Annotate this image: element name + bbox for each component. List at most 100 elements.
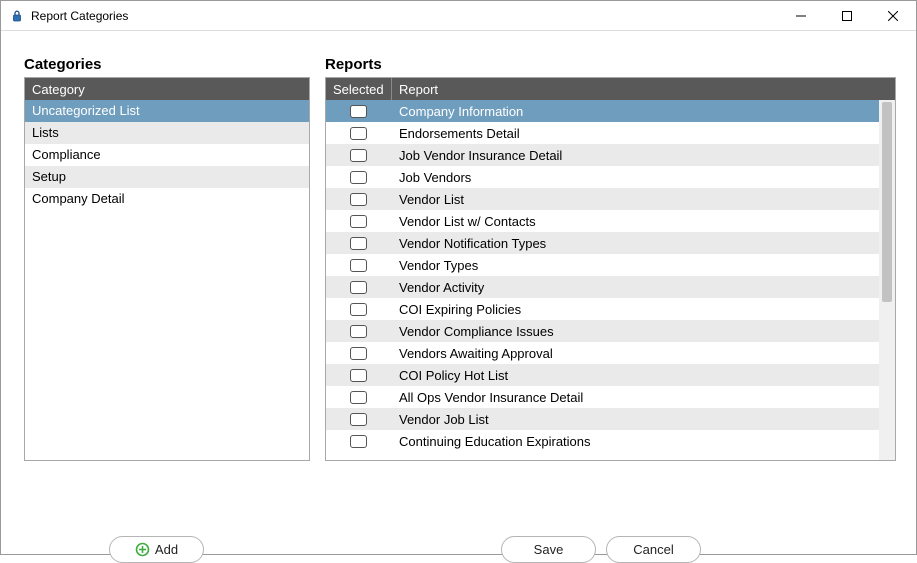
- report-checkbox[interactable]: [350, 105, 367, 118]
- category-row[interactable]: Company Detail: [25, 188, 309, 210]
- report-row[interactable]: Vendor Compliance Issues: [326, 320, 879, 342]
- report-row[interactable]: COI Expiring Policies: [326, 298, 879, 320]
- report-name: All Ops Vendor Insurance Detail: [391, 390, 879, 405]
- report-selected-cell: [326, 391, 391, 404]
- report-checkbox[interactable]: [350, 127, 367, 140]
- report-checkbox[interactable]: [350, 391, 367, 404]
- lock-icon: [9, 8, 25, 24]
- report-name: Vendor Types: [391, 258, 879, 273]
- main-content: Categories Category Uncategorized List Li…: [1, 31, 916, 471]
- report-selected-cell: [326, 413, 391, 426]
- report-name: COI Policy Hot List: [391, 368, 879, 383]
- window-controls: [778, 1, 916, 30]
- add-button[interactable]: Add: [109, 536, 204, 563]
- report-selected-cell: [326, 259, 391, 272]
- report-name: Vendor List w/ Contacts: [391, 214, 879, 229]
- report-checkbox[interactable]: [350, 303, 367, 316]
- report-row[interactable]: Company Information: [326, 100, 879, 122]
- report-checkbox[interactable]: [350, 149, 367, 162]
- category-row[interactable]: Uncategorized List: [25, 100, 309, 122]
- reports-label: Reports: [325, 56, 896, 73]
- report-header-col[interactable]: Report: [391, 78, 895, 100]
- titlebar: Report Categories: [1, 1, 916, 31]
- category-header-col[interactable]: Category: [25, 78, 309, 100]
- report-selected-cell: [326, 325, 391, 338]
- reports-scrollbar[interactable]: [879, 100, 895, 460]
- report-row[interactable]: Vendor List: [326, 188, 879, 210]
- report-selected-cell: [326, 127, 391, 140]
- categories-header: Category: [25, 78, 309, 100]
- reports-panel: Reports Selected Report Company Informat…: [325, 56, 896, 461]
- reports-header: Selected Report: [326, 78, 895, 100]
- report-checkbox[interactable]: [350, 171, 367, 184]
- scrollbar-thumb[interactable]: [882, 102, 892, 302]
- report-row[interactable]: Vendor Types: [326, 254, 879, 276]
- report-name: Job Vendor Insurance Detail: [391, 148, 879, 163]
- report-name: COI Expiring Policies: [391, 302, 879, 317]
- report-row[interactable]: Vendor Activity: [326, 276, 879, 298]
- category-name: Company Detail: [32, 191, 125, 206]
- report-checkbox[interactable]: [350, 281, 367, 294]
- categories-grid: Category Uncategorized List Lists Complian…: [24, 77, 310, 461]
- report-selected-cell: [326, 105, 391, 118]
- report-selected-cell: [326, 215, 391, 228]
- reports-grid: Selected Report Company Information Endor…: [325, 77, 896, 461]
- report-row[interactable]: Continuing Education Expirations: [326, 430, 879, 452]
- category-row[interactable]: Setup: [25, 166, 309, 188]
- report-checkbox[interactable]: [350, 259, 367, 272]
- report-row[interactable]: Job Vendor Insurance Detail: [326, 144, 879, 166]
- report-row[interactable]: Vendor Job List: [326, 408, 879, 430]
- report-row[interactable]: Endorsements Detail: [326, 122, 879, 144]
- report-selected-cell: [326, 347, 391, 360]
- report-name: Vendor Compliance Issues: [391, 324, 879, 339]
- report-checkbox[interactable]: [350, 435, 367, 448]
- report-name: Vendor Notification Types: [391, 236, 879, 251]
- report-name: Job Vendors: [391, 170, 879, 185]
- report-checkbox[interactable]: [350, 325, 367, 338]
- category-row[interactable]: Compliance: [25, 144, 309, 166]
- report-row[interactable]: COI Policy Hot List: [326, 364, 879, 386]
- report-selected-cell: [326, 193, 391, 206]
- categories-body: Uncategorized List Lists Compliance Setup Co…: [25, 100, 309, 460]
- report-name: Vendor Job List: [391, 412, 879, 427]
- report-selected-cell: [326, 281, 391, 294]
- selected-header-col[interactable]: Selected: [326, 78, 391, 100]
- categories-label: Categories: [24, 56, 310, 73]
- report-selected-cell: [326, 171, 391, 184]
- report-checkbox[interactable]: [350, 369, 367, 382]
- report-row[interactable]: Vendor List w/ Contacts: [326, 210, 879, 232]
- report-checkbox[interactable]: [350, 413, 367, 426]
- category-name: Compliance: [32, 147, 101, 162]
- report-selected-cell: [326, 303, 391, 316]
- save-button[interactable]: Save: [501, 536, 596, 563]
- report-row[interactable]: Job Vendors: [326, 166, 879, 188]
- report-checkbox[interactable]: [350, 237, 367, 250]
- minimize-button[interactable]: [778, 1, 824, 30]
- category-row[interactable]: Lists: [25, 122, 309, 144]
- report-row[interactable]: Vendors Awaiting Approval: [326, 342, 879, 364]
- report-selected-cell: [326, 369, 391, 382]
- category-name: Uncategorized List: [32, 103, 140, 118]
- report-name: Vendors Awaiting Approval: [391, 346, 879, 361]
- report-name: Vendor Activity: [391, 280, 879, 295]
- report-selected-cell: [326, 237, 391, 250]
- report-name: Continuing Education Expirations: [391, 434, 879, 449]
- report-row[interactable]: Vendor Notification Types: [326, 232, 879, 254]
- cancel-button[interactable]: Cancel: [606, 536, 701, 563]
- report-checkbox[interactable]: [350, 193, 367, 206]
- close-button[interactable]: [870, 1, 916, 30]
- window-title: Report Categories: [31, 9, 128, 23]
- category-name: Lists: [32, 125, 59, 140]
- report-selected-cell: [326, 435, 391, 448]
- report-name: Endorsements Detail: [391, 126, 879, 141]
- categories-panel: Categories Category Uncategorized List Li…: [24, 56, 310, 461]
- report-row[interactable]: All Ops Vendor Insurance Detail: [326, 386, 879, 408]
- report-name: Company Information: [391, 104, 879, 119]
- report-checkbox[interactable]: [350, 347, 367, 360]
- report-checkbox[interactable]: [350, 215, 367, 228]
- report-name: Vendor List: [391, 192, 879, 207]
- report-selected-cell: [326, 149, 391, 162]
- reports-body: Company Information Endorsements Detail Jo…: [326, 100, 879, 460]
- maximize-button[interactable]: [824, 1, 870, 30]
- category-name: Setup: [32, 169, 66, 184]
